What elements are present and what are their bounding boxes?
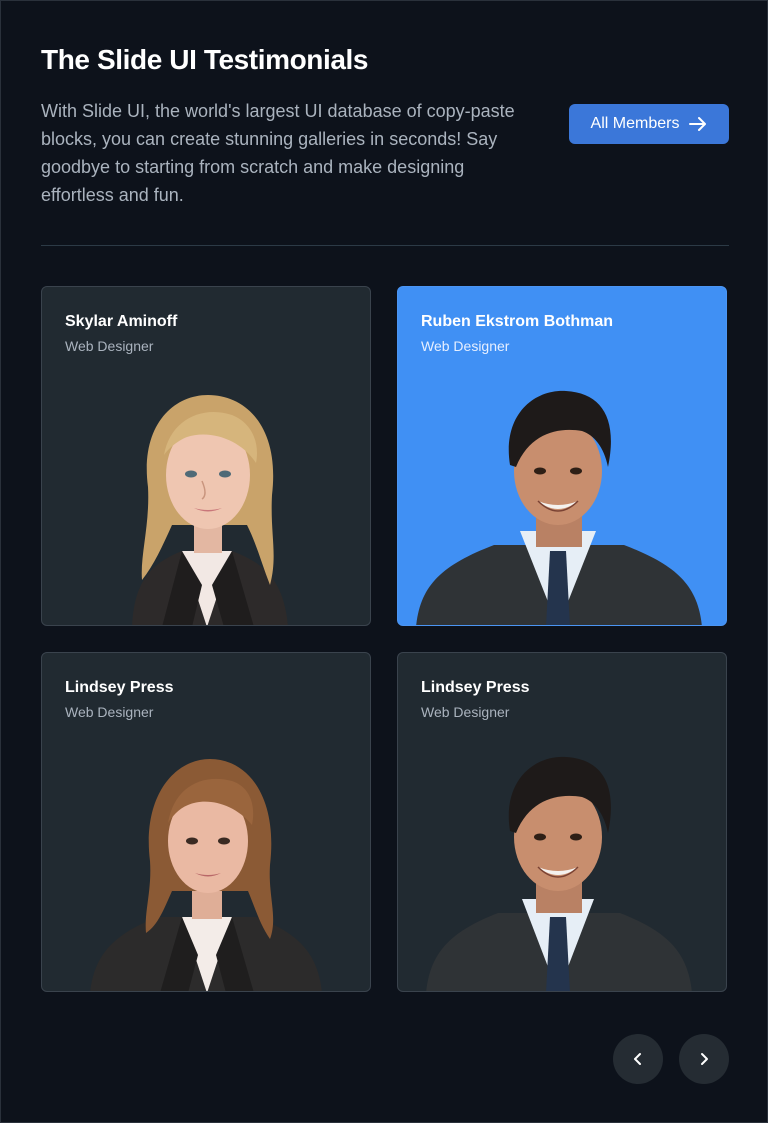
chevron-right-icon [701,1053,708,1065]
prev-button[interactable] [613,1034,663,1084]
card-role: Web Designer [421,704,510,720]
all-members-button[interactable]: All Members [569,104,729,144]
card-role: Web Designer [421,338,510,354]
card-name: Lindsey Press [421,679,530,696]
header-divider [41,245,729,246]
card-name: Lindsey Press [65,679,174,696]
all-members-label: All Members [590,115,680,132]
page-title: The Slide UI Testimonials [41,44,369,75]
testimonial-card-ruben[interactable]: Ruben Ekstrom Bothman Web Designer [397,286,727,626]
portrait-man-smiling [426,756,692,991]
portrait-woman-brunette [90,759,322,991]
chevron-left-icon [634,1053,641,1065]
page-description: With Slide UI, the world's largest UI da… [41,101,515,205]
testimonial-card-lindsey-1[interactable]: Lindsey Press Web Designer [41,652,371,992]
testimonials-header: The Slide UI Testimonials With Slide UI,… [41,41,729,205]
card-name: Ruben Ekstrom Bothman [421,313,614,330]
card-role: Web Designer [65,338,154,354]
portrait-woman-blonde [132,395,288,625]
testimonial-card-lindsey-2[interactable]: Lindsey Press Web Designer [397,652,727,992]
portrait-man-smiling [416,390,702,625]
arrow-right-icon [689,117,707,131]
card-role: Web Designer [65,704,154,720]
testimonial-card-skylar[interactable]: Skylar Aminoff Web Designer [41,286,371,626]
card-name: Skylar Aminoff [65,313,178,330]
next-button[interactable] [679,1034,729,1084]
